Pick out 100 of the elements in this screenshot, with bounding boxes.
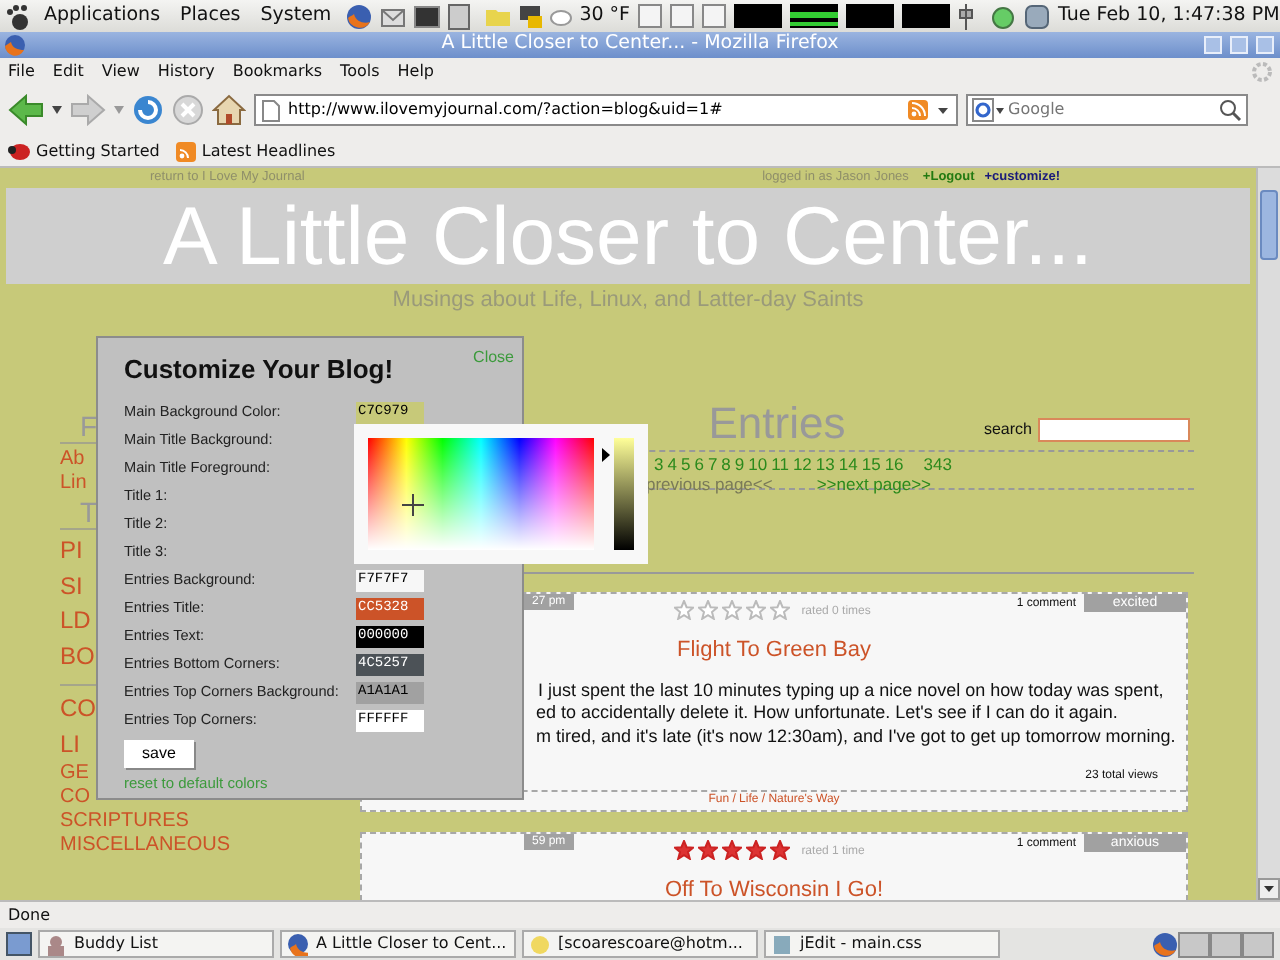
- star-icon[interactable]: [745, 840, 766, 860]
- foot-icon[interactable]: [6, 3, 30, 29]
- search-label: search: [983, 418, 1032, 442]
- ladybug-icon: [8, 142, 30, 160]
- smiley-icon: [530, 933, 550, 955]
- workspace-icon[interactable]: [1210, 931, 1242, 957]
- slider-pointer-icon[interactable]: [602, 447, 610, 462]
- browser-icon: [288, 933, 308, 955]
- taskbar-button[interactable]: jEdit - main.css: [764, 930, 1000, 958]
- dialog-title: Customize Your Blog!: [124, 352, 394, 388]
- window-title: A Little Closer to Center... - Mozilla Firefox: [441, 30, 839, 59]
- page-link[interactable]: 9: [734, 456, 745, 475]
- menu-item[interactable]: Tools: [340, 59, 380, 83]
- notes-icon[interactable]: [447, 3, 470, 29]
- caret-icon[interactable]: [52, 106, 62, 114]
- menu-item[interactable]: Bookmarks: [232, 59, 323, 83]
- panel-menu[interactable]: Applications: [38, 1, 167, 31]
- page-link[interactable]: 3: [654, 456, 664, 475]
- panel-clock[interactable]: Tue Feb 10, 1:47:38 PM: [1058, 1, 1280, 31]
- back-arrow-icon[interactable]: [8, 94, 44, 126]
- menu-item[interactable]: View: [101, 59, 140, 83]
- menu-item[interactable]: Edit: [52, 59, 84, 83]
- page-link[interactable]: 16: [884, 456, 904, 475]
- search-engine-icon[interactable]: [972, 98, 1004, 122]
- page-link[interactable]: 5: [680, 456, 691, 475]
- sidebar-link[interactable]: SCRIPTURES: [60, 810, 189, 832]
- save-button[interactable]: save: [124, 739, 194, 767]
- weather-temperature: 30 °F: [579, 1, 631, 30]
- sidebar-link[interactable]: CO: [60, 786, 90, 808]
- star-icon[interactable]: [721, 600, 742, 620]
- page-link[interactable]: 7: [707, 456, 718, 475]
- sidebar-link[interactable]: Lin: [60, 472, 87, 494]
- page-link[interactable]: 13: [815, 456, 835, 475]
- star-icon[interactable]: [697, 600, 718, 620]
- star-icon[interactable]: [769, 840, 790, 860]
- taskbar-button[interactable]: Buddy List: [38, 930, 274, 958]
- search-icon[interactable]: [1218, 98, 1242, 122]
- reload-icon[interactable]: [132, 94, 164, 126]
- star-icon[interactable]: [673, 840, 694, 860]
- page-link[interactable]: 14: [838, 456, 858, 475]
- search-field[interactable]: [1038, 418, 1190, 442]
- star-icon[interactable]: [769, 600, 790, 620]
- page-link[interactable]: 10: [748, 456, 768, 475]
- sidebar-link[interactable]: SI: [60, 571, 83, 599]
- page-link[interactable]: 15: [861, 456, 881, 475]
- feed-icon: [175, 141, 196, 161]
- sidebar-link[interactable]: MISCELLANEOUS: [60, 834, 231, 856]
- workspace-icon[interactable]: [1178, 931, 1210, 957]
- home-icon[interactable]: [212, 94, 246, 126]
- scrollbar[interactable]: [1256, 168, 1280, 900]
- star-rating[interactable]: [673, 840, 790, 860]
- taskbar-button[interactable]: [scoarescoare@hotm...: [522, 930, 758, 958]
- next-page-link[interactable]: >>next page>>: [816, 475, 932, 494]
- editor-icon: [772, 933, 792, 955]
- taskbar-button[interactable]: A Little Closer to Cent...: [280, 930, 516, 958]
- sidebar-link[interactable]: LD: [60, 606, 91, 634]
- load-graph-icon: [902, 4, 951, 28]
- star-icon[interactable]: [745, 600, 766, 620]
- star-rating[interactable]: [673, 600, 790, 620]
- page-link[interactable]: 343: [923, 456, 952, 475]
- star-icon[interactable]: [721, 840, 742, 860]
- bookmark-link[interactable]: Latest Headlines: [201, 139, 336, 163]
- entry-text: ed to accidentally delete it. How unfortunate. Let's see if I can do it again.: [536, 702, 1120, 725]
- page-link[interactable]: 11: [771, 456, 789, 475]
- star-icon[interactable]: [697, 840, 718, 860]
- menu-item[interactable]: Help: [397, 59, 435, 83]
- terminal-icon[interactable]: [413, 3, 440, 29]
- throbber-icon: [1252, 61, 1272, 81]
- panel-menu[interactable]: System: [254, 1, 338, 31]
- status-text: Done: [8, 903, 51, 927]
- entry-title[interactable]: Off To Wisconsin I Go!: [362, 874, 1186, 900]
- page-link[interactable]: 4: [667, 456, 677, 475]
- sidebar-link[interactable]: CO: [60, 694, 96, 722]
- mail-icon[interactable]: [379, 3, 406, 29]
- color-gradient-field[interactable]: [368, 438, 594, 550]
- browser-icon[interactable]: [345, 3, 372, 29]
- page-link[interactable]: 12: [792, 456, 812, 475]
- address-bar[interactable]: http://www.ilovemyjournal.com/?action=blog&uid=1#: [254, 94, 958, 126]
- menu-item[interactable]: File: [8, 59, 35, 83]
- workspace-icon[interactable]: [1242, 931, 1274, 957]
- scrollbar-thumb[interactable]: [1260, 190, 1278, 260]
- sidebar-link[interactable]: LI: [60, 729, 81, 757]
- sidebar-link[interactable]: GE: [60, 762, 89, 784]
- page-link[interactable]: 6: [694, 456, 704, 475]
- star-icon[interactable]: [673, 600, 694, 620]
- bookmark-link[interactable]: Getting Started: [36, 139, 160, 163]
- sidebar-link[interactable]: Ab: [60, 448, 85, 470]
- search-bar[interactable]: Google: [966, 94, 1248, 126]
- browser-icon[interactable]: [1152, 931, 1178, 957]
- page-icon: [262, 99, 280, 121]
- panel-menu[interactable]: Places: [174, 1, 247, 31]
- browser-icon: [4, 34, 26, 56]
- sidebar-link[interactable]: PI: [60, 536, 83, 564]
- feed-icon[interactable]: [908, 100, 928, 120]
- crosshair-icon[interactable]: [402, 494, 424, 516]
- page-link[interactable]: 8: [721, 456, 731, 475]
- sidebar-link[interactable]: BO: [60, 641, 95, 669]
- menu-item[interactable]: History: [157, 59, 215, 83]
- memory-graph-icon: [790, 4, 839, 28]
- show-desktop-icon[interactable]: [6, 932, 32, 956]
